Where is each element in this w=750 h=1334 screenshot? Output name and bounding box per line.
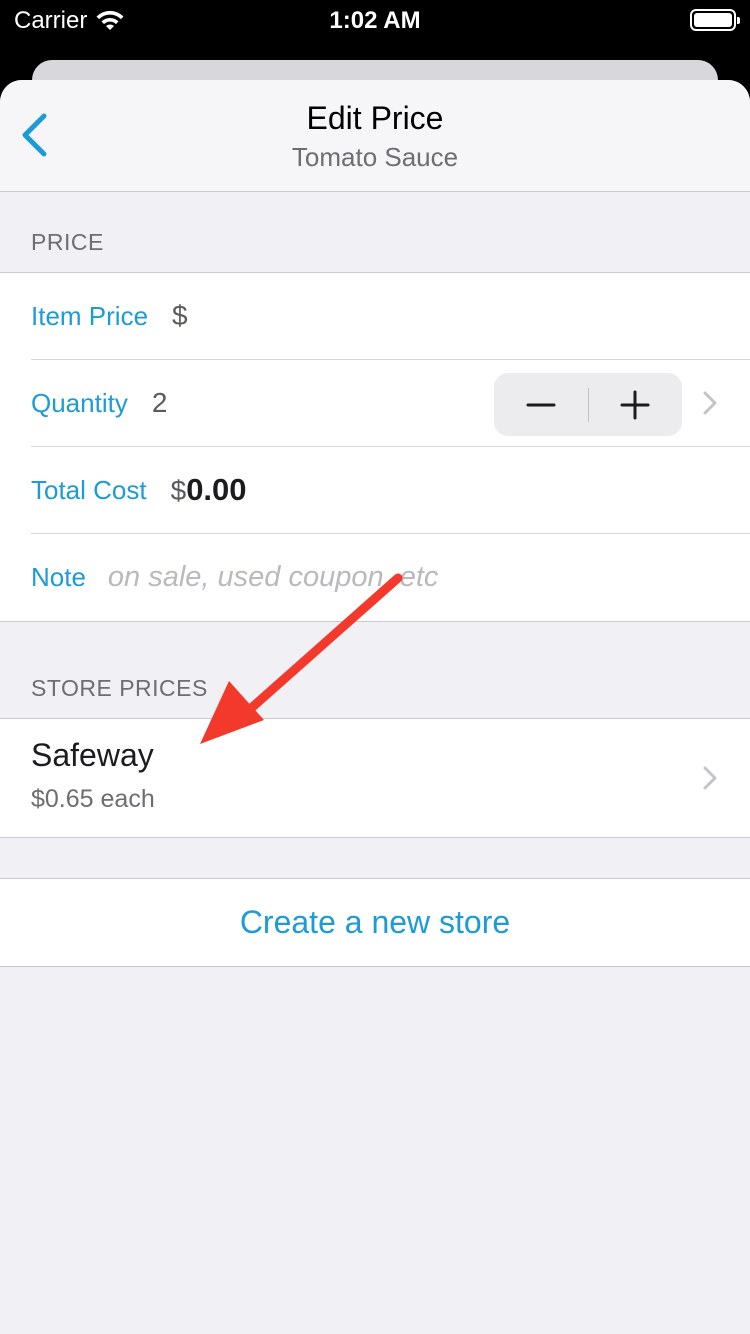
- store-row-safeway[interactable]: Safeway $0.65 each: [0, 719, 750, 837]
- note-row[interactable]: Note on sale, used coupon, etc: [31, 534, 750, 621]
- decrement-button[interactable]: [494, 373, 588, 436]
- store-prices-group: Safeway $0.65 each: [0, 718, 750, 838]
- item-price-row[interactable]: Item Price $: [31, 273, 750, 360]
- quantity-label: Quantity: [31, 387, 128, 418]
- chevron-right-icon: [703, 766, 717, 790]
- battery-icon: [690, 9, 740, 31]
- total-cost-value: $0.00: [171, 472, 247, 508]
- store-prices-section-header: STORE PRICES: [31, 675, 208, 701]
- plus-icon: [620, 390, 650, 419]
- total-cost-label: Total Cost: [31, 474, 147, 505]
- status-bar: Carrier 1:02 AM: [0, 0, 750, 40]
- note-input[interactable]: on sale, used coupon, etc: [108, 561, 439, 594]
- note-label: Note: [31, 562, 86, 592]
- quantity-value: 2: [151, 387, 168, 418]
- total-cost-amount: 0.00: [186, 472, 247, 507]
- store-price: $0.65 each: [31, 785, 155, 813]
- navigation-bar: Edit Price Tomato Sauce: [0, 80, 750, 192]
- total-cost-row: Total Cost $0.00: [31, 447, 750, 534]
- minus-icon: [526, 403, 556, 406]
- status-time: 1:02 AM: [329, 7, 421, 34]
- quantity-stepper[interactable]: [494, 373, 682, 436]
- quantity-row: Quantity 2: [31, 360, 750, 447]
- create-store-button[interactable]: Create a new store: [0, 878, 750, 967]
- price-group: Item Price $ Quantity 2 Total Cost $0.00…: [0, 272, 750, 622]
- edit-price-sheet: Edit Price Tomato Sauce PRICE Item Price…: [0, 80, 750, 1334]
- total-cost-currency: $: [170, 475, 187, 506]
- increment-button[interactable]: [589, 373, 683, 436]
- chevron-right-icon[interactable]: [702, 391, 718, 415]
- price-section-header: PRICE: [31, 229, 104, 255]
- create-store-label: Create a new store: [239, 904, 511, 940]
- store-name: Safeway: [31, 737, 154, 773]
- page-subtitle: Tomato Sauce: [291, 142, 459, 172]
- page-title: Edit Price: [306, 100, 444, 136]
- item-price-label: Item Price: [31, 300, 149, 331]
- item-price-field[interactable]: $: [172, 300, 188, 332]
